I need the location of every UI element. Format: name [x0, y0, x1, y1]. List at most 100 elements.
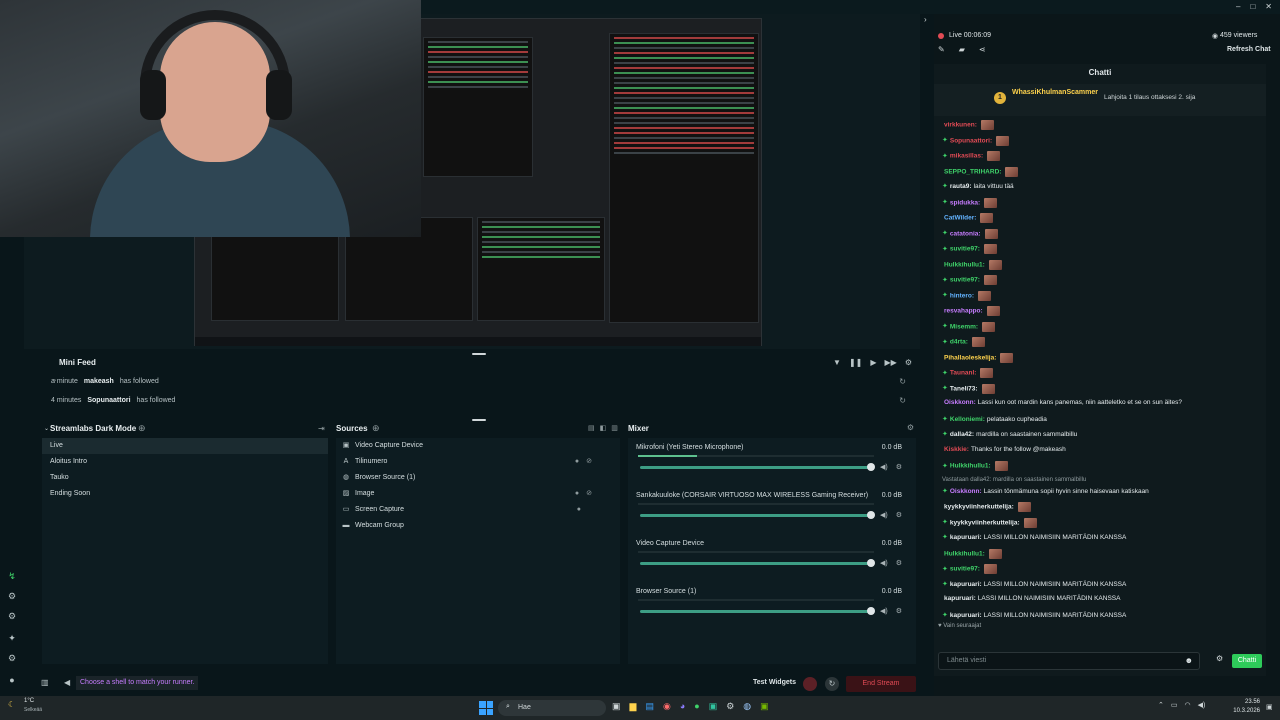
lock-icon[interactable]: ●	[575, 486, 579, 502]
edit-icon[interactable]: ✎	[938, 45, 945, 54]
volume-slider[interactable]	[640, 511, 875, 519]
wifi-icon[interactable]: ◠	[1185, 701, 1191, 709]
chat-username[interactable]: Hulkkihullu1:	[944, 261, 985, 268]
chat-username[interactable]: suvitie97:	[950, 566, 980, 573]
scene-item[interactable]: Tauko	[42, 470, 328, 486]
theme-icon[interactable]: ⚙	[6, 610, 18, 622]
scene-item[interactable]: Live	[42, 438, 328, 454]
chevron-up-icon[interactable]: ⌃	[1158, 701, 1164, 709]
pause-icon[interactable]: ❚❚	[849, 358, 862, 367]
chat-username[interactable]: suvitie97:	[950, 246, 980, 253]
gear-icon[interactable]: ⚙	[896, 559, 902, 567]
source-item[interactable]: ▨ Image ● ⊘	[336, 486, 620, 502]
settings-app-icon[interactable]: ⚙	[726, 701, 734, 712]
chat-username[interactable]: kyykkyviinherkuttelija:	[944, 504, 1014, 511]
weather-icon[interactable]: ☾	[8, 700, 15, 709]
share-icon[interactable]: ⋖	[979, 45, 986, 54]
chat-username[interactable]: Hulkkihullu1:	[950, 463, 991, 470]
repeat-alert-icon[interactable]: ↻	[899, 377, 906, 386]
end-stream-button[interactable]: End Stream	[846, 676, 916, 692]
chat-username[interactable]: resvahappo:	[944, 308, 983, 315]
volume-icon[interactable]: ◀)	[1198, 701, 1206, 709]
refresh-chat-button[interactable]: Refresh Chat	[1227, 46, 1271, 53]
source-item[interactable]: A Tilinumero ● ⊘	[336, 454, 620, 470]
chat-username[interactable]: spidukka:	[950, 199, 980, 206]
speaker-icon[interactable]: ◀)	[880, 607, 888, 615]
slider-knob[interactable]	[867, 559, 875, 567]
store-icon[interactable]: ▤	[645, 701, 654, 712]
chat-username[interactable]: Misemm:	[950, 323, 978, 330]
chat-username[interactable]: Oiskkonn:	[944, 399, 976, 406]
resize-handle[interactable]	[472, 419, 486, 421]
add-source-icon[interactable]: ⊕	[372, 423, 380, 434]
file-explorer-icon[interactable]: ▆	[630, 701, 637, 712]
chat-username[interactable]: Kelloniemi:	[950, 416, 985, 423]
chat-username[interactable]: dalla42:	[950, 431, 974, 438]
delete-icon[interactable]: ▥	[611, 424, 618, 432]
task-view-icon[interactable]: ▣	[612, 701, 621, 712]
chat-username[interactable]: kyykkyviinherkuttelija:	[950, 519, 1020, 526]
lock-icon[interactable]: ●	[575, 454, 579, 470]
source-item[interactable]: ▭ Screen Capture ●	[336, 502, 620, 518]
source-item[interactable]: ▣ Video Capture Device	[336, 438, 620, 454]
test-widgets-button[interactable]: Test Widgets	[753, 679, 796, 686]
performance-icon[interactable]: ▥	[41, 678, 49, 687]
gear-icon[interactable]: ⚙	[896, 511, 902, 519]
chat-username[interactable]: kapuruari:	[950, 581, 982, 588]
highlighter-icon[interactable]: ✦	[6, 632, 18, 644]
minimize-button[interactable]: –	[1236, 2, 1240, 11]
send-chat-button[interactable]: Chatti	[1232, 654, 1262, 668]
settings-icon[interactable]: ⚙	[6, 652, 18, 664]
volume-slider[interactable]	[640, 559, 875, 567]
slider-knob[interactable]	[867, 511, 875, 519]
chat-username[interactable]: virkkunen:	[944, 122, 977, 129]
chat-username[interactable]: d4rta:	[950, 339, 968, 346]
close-button[interactable]: ✕	[1265, 2, 1272, 11]
gear-icon[interactable]: ⚙	[896, 607, 902, 615]
record-icon[interactable]	[803, 677, 817, 691]
popout-icon[interactable]: ▰	[959, 45, 965, 54]
scene-item[interactable]: Ending Soon	[42, 486, 328, 502]
filter-icon[interactable]: ◧	[600, 424, 607, 432]
chat-username[interactable]: Pihallaoleskelija:	[944, 354, 996, 361]
scene-transitions-icon[interactable]: ⇥	[318, 424, 325, 433]
maximize-button[interactable]: □	[1250, 2, 1255, 11]
repeat-alert-icon[interactable]: ↻	[899, 396, 906, 405]
chat-username[interactable]: Sopunaattori:	[950, 137, 992, 144]
chat-username[interactable]: mikasillas:	[950, 153, 983, 160]
visibility-off-icon[interactable]: ⊘	[586, 454, 592, 470]
source-item[interactable]: ◍ Browser Source (1)	[336, 470, 620, 486]
chat-username[interactable]: hintero:	[950, 292, 974, 299]
chat-username[interactable]: Hulkkihullu1:	[944, 550, 985, 557]
chevron-down-icon[interactable]: ⌄	[44, 425, 49, 432]
speaker-icon[interactable]: ◀)	[880, 559, 888, 567]
chat-username[interactable]: kapuruari:	[944, 595, 976, 602]
scene-collection-title[interactable]: Streamlabs Dark Mode	[50, 424, 136, 433]
chat-username[interactable]: CatWilder:	[944, 215, 976, 222]
volume-slider[interactable]	[640, 463, 875, 471]
gear-icon[interactable]: ⚙	[896, 463, 902, 471]
browser-icon[interactable]: ◉	[663, 701, 671, 712]
slider-knob[interactable]	[867, 463, 875, 471]
chat-username[interactable]: kapuruari:	[950, 534, 982, 541]
spotify-icon[interactable]: ●	[694, 701, 699, 712]
emoji-icon[interactable]: ☻	[1185, 656, 1193, 665]
chat-username[interactable]: Taneli73:	[950, 385, 978, 392]
taskbar-search[interactable]: ⌕ Hae	[498, 700, 606, 716]
speaker-icon[interactable]: ◀)	[880, 463, 888, 471]
filter-icon[interactable]: ▼	[833, 358, 841, 367]
skip-all-icon[interactable]: ▶▶	[885, 358, 897, 367]
collapse-chat-icon[interactable]: ›	[924, 15, 927, 24]
layout-icon[interactable]: ⚙	[6, 590, 18, 602]
chat-input[interactable]: Lähetä viesti ☻	[938, 652, 1200, 670]
windows-start-icon[interactable]	[479, 701, 493, 715]
streamlabs-icon[interactable]: ▣	[709, 701, 718, 712]
nvidia-icon[interactable]: ▣	[760, 701, 769, 712]
chat-username[interactable]: SEPPO_TRIHARD:	[944, 168, 1001, 175]
studio-mode-icon[interactable]: ↯	[6, 570, 18, 582]
chat-username[interactable]: Kiskkie:	[944, 446, 969, 453]
source-item[interactable]: ▬ Webcam Group	[336, 518, 620, 534]
chat-username[interactable]: catatonia:	[950, 230, 981, 237]
chat-username[interactable]: suvitie97:	[950, 277, 980, 284]
steam-icon[interactable]: ◍	[743, 701, 751, 712]
